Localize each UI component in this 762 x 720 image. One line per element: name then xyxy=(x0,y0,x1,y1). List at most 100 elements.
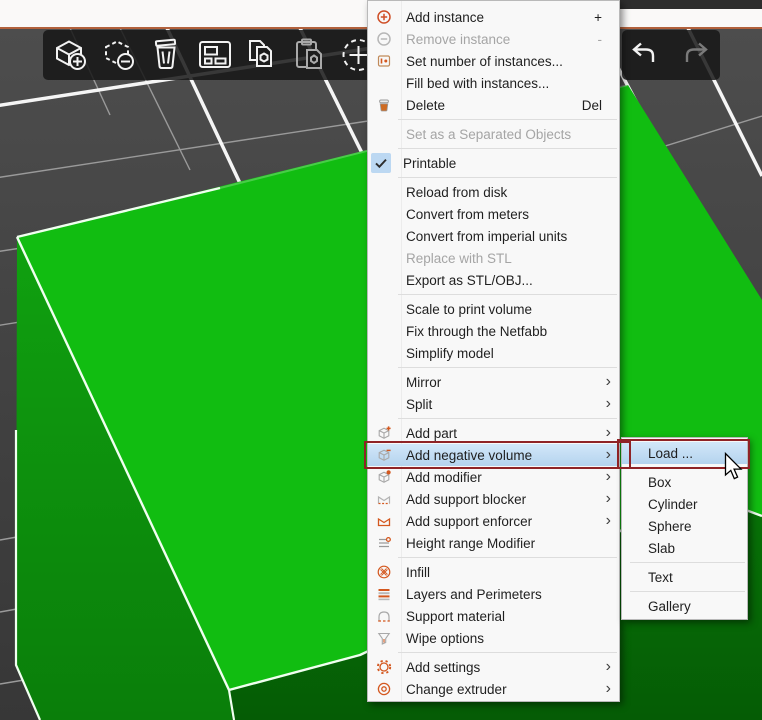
support-blocker-icon xyxy=(371,489,397,509)
submenu-arrow-icon: › xyxy=(606,492,611,506)
menu-item-replace-with-stl[interactable]: Replace with STL xyxy=(368,247,619,269)
menu-item-add-support-blocker[interactable]: Add support blocker› xyxy=(368,488,619,510)
icon-spacer xyxy=(371,343,397,363)
menu-item-support-material[interactable]: Support material xyxy=(368,605,619,627)
menu-item-label: Gallery xyxy=(648,599,742,614)
menu-item-layers-and-perimeters[interactable]: Layers and Perimeters xyxy=(368,583,619,605)
menu-separator xyxy=(368,649,619,656)
support-enforcer-icon xyxy=(371,511,397,531)
redo-arrow-icon xyxy=(677,35,717,75)
menu-item-printable[interactable]: Printable xyxy=(368,152,619,174)
menu-item-set-as-a-separated-objects[interactable]: Set as a Separated Objects xyxy=(368,123,619,145)
menu-item-label: Add part xyxy=(406,426,606,441)
top-dark-strip xyxy=(617,0,762,9)
menu-item-label: Scale to print volume xyxy=(406,302,614,317)
menu-item-add-instance[interactable]: Add instance+ xyxy=(368,6,619,28)
menu-item-convert-from-imperial-units[interactable]: Convert from imperial units xyxy=(368,225,619,247)
remove-object-button[interactable] xyxy=(97,33,141,77)
menu-separator xyxy=(368,415,619,422)
menu-item-label: Split xyxy=(406,397,606,412)
menu-item-height-range-modifier[interactable]: Height range Modifier xyxy=(368,532,619,554)
menu-item-infill[interactable]: Infill xyxy=(368,561,619,583)
menu-item-mirror[interactable]: Mirror› xyxy=(368,371,619,393)
menu-item-text[interactable]: Text xyxy=(622,566,747,588)
menu-item-label: Mirror xyxy=(406,375,606,390)
menu-item-shortcut: Del xyxy=(582,98,602,113)
icon-spacer xyxy=(371,372,397,392)
menu-item-remove-instance[interactable]: Remove instance- xyxy=(368,28,619,50)
menu-item-label: Export as STL/OBJ... xyxy=(406,273,614,288)
menu-item-export-as-stl-obj[interactable]: Export as STL/OBJ... xyxy=(368,269,619,291)
menu-item-label: Height range Modifier xyxy=(406,536,614,551)
prusaslicer-window: Add instance+Remove instance-Set number … xyxy=(0,0,762,720)
menu-item-label: Text xyxy=(648,570,742,585)
menu-item-simplify-model[interactable]: Simplify model xyxy=(368,342,619,364)
remove-object-icon xyxy=(99,35,139,75)
submenu-arrow-icon: › xyxy=(606,375,611,389)
menu-item-label: Convert from meters xyxy=(406,207,614,222)
menu-item-label: Wipe options xyxy=(406,631,614,646)
menu-item-delete[interactable]: DeleteDel xyxy=(368,94,619,116)
menu-separator xyxy=(368,554,619,561)
menu-item-cylinder[interactable]: Cylinder xyxy=(622,493,747,515)
menu-item-label: Slab xyxy=(648,541,742,556)
icon-spacer xyxy=(371,124,397,144)
menu-item-label: Cylinder xyxy=(648,497,742,512)
menu-item-label: Fill bed with instances... xyxy=(406,76,614,91)
cube-dot-icon xyxy=(371,467,397,487)
menu-item-label: Replace with STL xyxy=(406,251,614,266)
add-object-button[interactable] xyxy=(49,33,93,77)
delete-all-button[interactable] xyxy=(145,33,189,77)
menu-item-label: Simplify model xyxy=(406,346,614,361)
menu-item-scale-to-print-volume[interactable]: Scale to print volume xyxy=(368,298,619,320)
menu-item-split[interactable]: Split› xyxy=(368,393,619,415)
menu-item-label: Convert from imperial units xyxy=(406,229,614,244)
menu-item-sphere[interactable]: Sphere xyxy=(622,515,747,537)
annotation-box-add-negative-volume xyxy=(364,441,631,469)
plater-toolbar xyxy=(43,30,379,80)
menu-item-fix-through-the-netfabb[interactable]: Fix through the Netfabb xyxy=(368,320,619,342)
undo-arrow-button[interactable] xyxy=(623,33,667,77)
menu-item-label: Reload from disk xyxy=(406,185,614,200)
menu-item-set-number-of-instances[interactable]: Set number of instances... xyxy=(368,50,619,72)
copy-button[interactable] xyxy=(241,33,285,77)
menu-item-label: Add settings xyxy=(406,660,606,675)
icon-spacer xyxy=(371,182,397,202)
menu-item-wipe-options[interactable]: Wipe options xyxy=(368,627,619,649)
menu-item-label: Add support enforcer xyxy=(406,514,606,529)
submenu-arrow-icon: › xyxy=(606,470,611,484)
paste-icon xyxy=(291,35,331,75)
menu-item-fill-bed-with-instances[interactable]: Fill bed with instances... xyxy=(368,72,619,94)
menu-item-label: Add instance xyxy=(406,10,594,25)
menu-separator xyxy=(368,174,619,181)
menu-item-gallery[interactable]: Gallery xyxy=(622,595,747,617)
history-toolbar xyxy=(622,30,720,80)
redo-arrow-button[interactable] xyxy=(675,33,719,77)
menu-item-slab[interactable]: Slab xyxy=(622,537,747,559)
bucket-icon xyxy=(371,95,397,115)
menu-separator xyxy=(622,559,747,566)
menu-item-label: Infill xyxy=(406,565,614,580)
menu-item-label: Fix through the Netfabb xyxy=(406,324,614,339)
menu-item-label: Layers and Perimeters xyxy=(406,587,614,602)
menu-item-convert-from-meters[interactable]: Convert from meters xyxy=(368,203,619,225)
copy-icon xyxy=(243,35,283,75)
extruder-icon xyxy=(371,679,397,699)
arrange-button[interactable] xyxy=(193,33,237,77)
add-object-icon xyxy=(51,35,91,75)
menu-item-add-support-enforcer[interactable]: Add support enforcer› xyxy=(368,510,619,532)
menu-item-change-extruder[interactable]: Change extruder› xyxy=(368,678,619,700)
infill-icon xyxy=(371,562,397,582)
menu-item-add-settings[interactable]: Add settings› xyxy=(368,656,619,678)
menu-item-label: Sphere xyxy=(648,519,742,534)
icon-spacer xyxy=(371,394,397,414)
gear-icon xyxy=(371,657,397,677)
paste-button[interactable] xyxy=(289,33,333,77)
menu-item-add-modifier[interactable]: Add modifier› xyxy=(368,466,619,488)
icon-spacer xyxy=(371,73,397,93)
menu-item-reload-from-disk[interactable]: Reload from disk xyxy=(368,181,619,203)
menu-item-label: Add support blocker xyxy=(406,492,606,507)
menu-item-label: Add modifier xyxy=(406,470,606,485)
menu-separator xyxy=(368,116,619,123)
object-context-menu: Add instance+Remove instance-Set number … xyxy=(367,0,620,702)
